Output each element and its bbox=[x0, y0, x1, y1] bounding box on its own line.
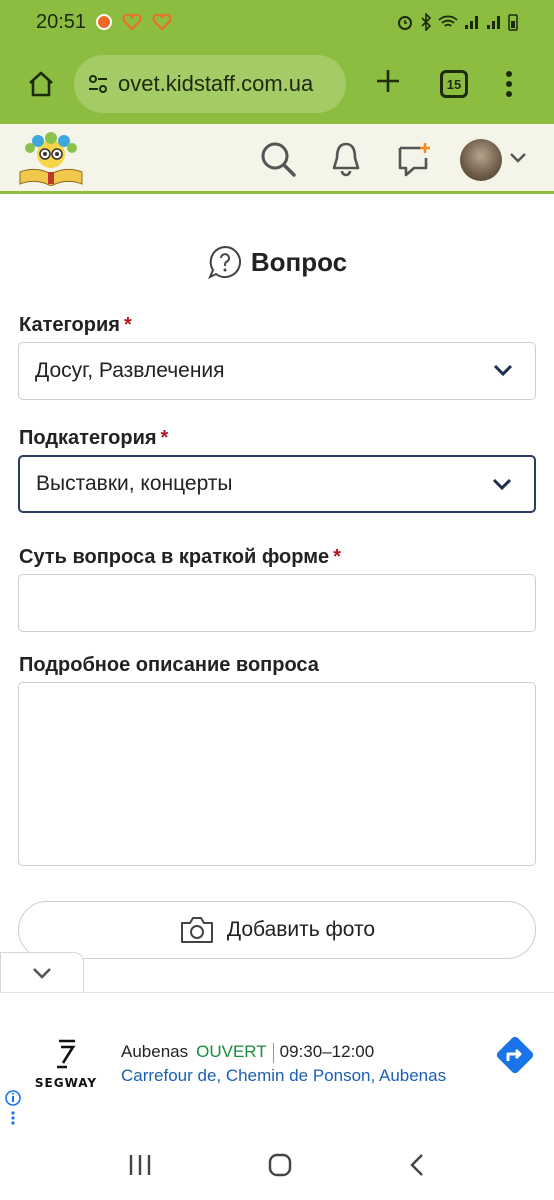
ad-city: Aubenas bbox=[121, 1042, 189, 1061]
status-right bbox=[396, 13, 518, 31]
chevron-down-icon[interactable] bbox=[509, 152, 527, 164]
required-mark: * bbox=[123, 314, 132, 336]
question-bubble-icon bbox=[207, 245, 241, 280]
description-label-text: Подробное описание вопроса bbox=[19, 654, 319, 676]
ad-info-icon[interactable] bbox=[4, 1089, 22, 1129]
segway-mark-icon bbox=[57, 1039, 76, 1069]
browser-menu-button[interactable] bbox=[506, 71, 512, 97]
home-nav-icon[interactable] bbox=[267, 1152, 293, 1178]
status-bar: 20:51 bbox=[0, 0, 554, 44]
camera-icon bbox=[180, 917, 213, 943]
new-message-icon[interactable] bbox=[396, 140, 434, 178]
battery-icon bbox=[508, 14, 518, 31]
kidstaff-logo[interactable] bbox=[18, 132, 84, 186]
chevron-down-icon bbox=[33, 967, 51, 979]
browser-toolbar: ovet.kidstaff.com.ua 15 bbox=[0, 44, 554, 124]
ad-separator bbox=[272, 1042, 274, 1063]
description-textarea[interactable] bbox=[18, 682, 536, 866]
question-form: Вопрос bbox=[0, 222, 554, 302]
bell-icon[interactable] bbox=[329, 140, 363, 178]
home-icon bbox=[29, 71, 53, 97]
summary-label: Суть вопроса в краткой форме * bbox=[19, 546, 341, 569]
subcategory-select[interactable]: Выставки, концерты bbox=[18, 455, 536, 513]
ad-collapse-button[interactable] bbox=[0, 952, 84, 992]
url-text: ovet.kidstaff.com.ua bbox=[118, 71, 314, 96]
site-settings-icon[interactable] bbox=[86, 72, 110, 96]
ad-address[interactable]: Carrefour de, Chemin de Ponson, Aubenas bbox=[121, 1066, 446, 1086]
subcategory-label: Подкатегория * bbox=[19, 427, 168, 450]
ad-hours: 09:30–12:00 bbox=[279, 1042, 375, 1061]
description-label: Подробное описание вопроса bbox=[19, 654, 319, 677]
required-mark: * bbox=[333, 546, 341, 568]
form-title: Вопрос bbox=[0, 222, 554, 302]
summary-input[interactable] bbox=[18, 574, 536, 632]
clock: 20:51 bbox=[36, 10, 87, 33]
chevron-down-icon bbox=[493, 364, 513, 377]
recent-apps-icon[interactable] bbox=[127, 1153, 153, 1177]
page-title: Вопрос bbox=[250, 246, 348, 277]
category-value: Досуг, Развлечения bbox=[35, 359, 225, 382]
category-select[interactable]: Досуг, Развлечения bbox=[18, 342, 536, 400]
site-header bbox=[0, 124, 554, 194]
heart-notification-icon bbox=[152, 14, 172, 30]
notification-icon bbox=[96, 14, 113, 30]
category-label-text: Категория bbox=[19, 314, 120, 336]
system-nav-bar bbox=[0, 1130, 554, 1200]
ad-headline: Aubenas OUVERT 09:30–12:00 bbox=[121, 1042, 374, 1063]
status-left: 20:51 bbox=[36, 11, 172, 34]
directions-icon[interactable] bbox=[491, 1031, 539, 1079]
signal-icon bbox=[487, 16, 500, 29]
subcategory-value: Выставки, концерты bbox=[36, 472, 233, 495]
user-avatar[interactable] bbox=[460, 139, 502, 181]
ad-open-status: OUVERT bbox=[196, 1042, 267, 1061]
add-photo-label: Добавить фото bbox=[226, 918, 376, 941]
address-bar[interactable]: ovet.kidstaff.com.ua bbox=[74, 55, 346, 113]
ad-brand: SEGWAY bbox=[34, 1076, 98, 1090]
menu-dot bbox=[506, 71, 512, 77]
ad-banner[interactable]: SEGWAY Aubenas OUVERT 09:30–12:00 Carrefou… bbox=[0, 992, 554, 1130]
menu-dot bbox=[506, 81, 512, 87]
signal-icon bbox=[465, 16, 478, 29]
wifi-icon bbox=[438, 15, 458, 27]
bluetooth-icon bbox=[421, 13, 432, 31]
home-button[interactable] bbox=[18, 61, 64, 107]
tab-count: 15 bbox=[446, 76, 462, 92]
tab-switcher-button[interactable]: 15 bbox=[440, 70, 468, 98]
search-icon[interactable] bbox=[259, 140, 297, 178]
summary-label-text: Суть вопроса в краткой форме bbox=[19, 546, 330, 568]
subcategory-label-text: Подкатегория bbox=[19, 427, 157, 449]
new-tab-button[interactable] bbox=[370, 65, 406, 104]
chevron-down-icon bbox=[492, 478, 512, 491]
heart-notification-icon bbox=[122, 14, 142, 30]
required-mark: * bbox=[160, 427, 169, 449]
add-photo-button[interactable]: Добавить фото bbox=[18, 901, 536, 959]
menu-dot bbox=[506, 91, 512, 97]
alarm-icon bbox=[398, 16, 412, 30]
category-label: Категория * bbox=[19, 314, 132, 337]
plus-icon bbox=[377, 69, 399, 92]
back-icon[interactable] bbox=[407, 1152, 427, 1178]
segway-logo: SEGWAY bbox=[28, 1037, 104, 1090]
